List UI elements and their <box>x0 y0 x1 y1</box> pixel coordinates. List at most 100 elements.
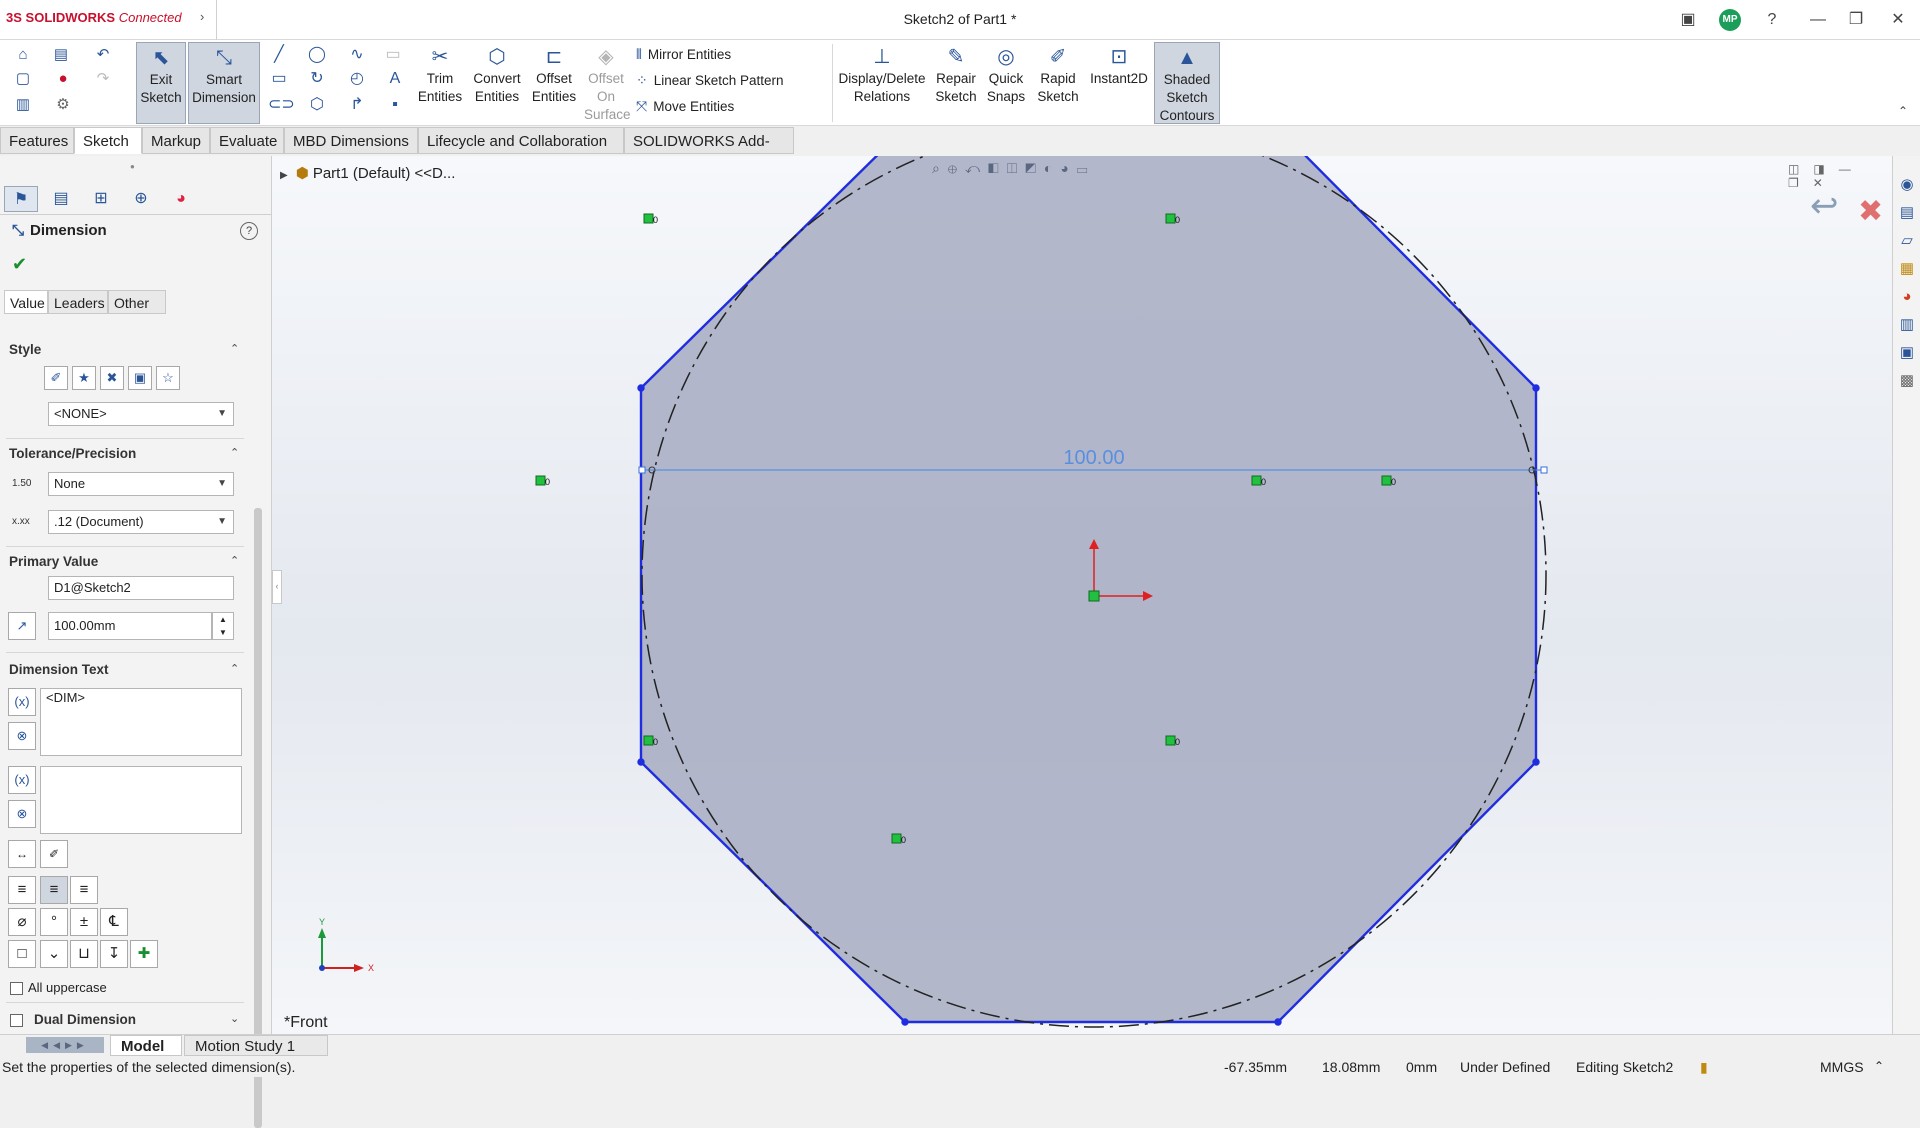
avatar[interactable]: MP <box>1719 9 1741 31</box>
offset-text-icon[interactable]: ↔ <box>8 840 36 868</box>
collapse-caret-icon[interactable]: ⌃ <box>230 554 239 567</box>
viewport-minimize-icon[interactable]: — <box>1839 162 1865 176</box>
tangent-relation-marker[interactable]: 0 <box>1381 475 1396 487</box>
tab-mbd-dimensions[interactable]: MBD Dimensions <box>284 127 418 154</box>
load-style-icon[interactable]: ☆ <box>156 366 180 390</box>
exit-sketch-button[interactable]: ⬉ Exit Sketch <box>136 42 186 124</box>
slot-tool-icon[interactable]: ⊂⊃ <box>268 94 295 116</box>
custom-properties-icon[interactable]: ▥ <box>1896 314 1918 336</box>
polygon-tool-icon[interactable]: ⬡ <box>306 94 328 116</box>
delete-style-icon[interactable]: ✖ <box>100 366 124 390</box>
restore-window-icon[interactable]: ❐ <box>1844 8 1868 32</box>
point-tool-icon[interactable]: ▪ <box>384 94 406 116</box>
dimension-text-bottom-area[interactable] <box>40 766 242 834</box>
degree-symbol-icon[interactable]: ° <box>40 908 68 936</box>
line-tool-icon[interactable]: ╱ <box>268 44 290 66</box>
display-style-icon[interactable]: ◩ <box>1025 160 1044 176</box>
close-window-icon[interactable]: ✕ <box>1886 8 1910 32</box>
octagon-vertex-4[interactable] <box>1532 758 1540 766</box>
3d-content-icon[interactable]: ▩ <box>1896 370 1918 392</box>
tangent-relation-marker[interactable]: 0 <box>643 735 658 747</box>
apply-style-icon[interactable]: ✐ <box>44 366 68 390</box>
precision-dropdown[interactable]: .12 (Document) ▼ <box>48 510 234 534</box>
convert-entities-button[interactable]: ⬡ Convert Entities <box>470 42 524 124</box>
add-style-icon[interactable]: ★ <box>72 366 96 390</box>
move-entities-button[interactable]: ⤧ Move Entities <box>636 95 734 117</box>
display-manager-tab-icon[interactable]: ◕ <box>164 186 198 212</box>
configuration-manager-tab-icon[interactable]: ⊞ <box>84 186 118 212</box>
home-icon[interactable]: ⌂ <box>12 44 34 66</box>
centerline-symbol-icon[interactable]: ℄ <box>100 908 128 936</box>
center-dimension-icon[interactable]: ⊗ <box>8 800 36 828</box>
repair-sketch-button[interactable]: ✎ Repair Sketch <box>932 42 980 124</box>
dimension-handle-right[interactable] <box>1540 466 1548 474</box>
shaded-sketch-contours-button[interactable]: ▲ Shaded Sketch Contours <box>1154 42 1220 124</box>
viewport-icon-1[interactable]: ◫ <box>1788 162 1813 176</box>
design-library-icon[interactable]: ▤ <box>1896 202 1918 224</box>
undo-icon[interactable]: ↶ <box>92 44 114 66</box>
panel-splitter-handle[interactable]: ‹ <box>272 570 282 604</box>
view-palette-icon[interactable]: ▦ <box>1896 258 1918 280</box>
centerline-tool-icon[interactable]: ↱ <box>346 94 368 116</box>
tangent-relation-marker[interactable]: 0 <box>643 213 658 225</box>
dimension-text-top-area[interactable]: <DIM> <box>40 688 242 756</box>
fillet-tool-icon[interactable]: ◴ <box>346 68 368 90</box>
display-delete-relations-button[interactable]: ⊥ Display/Delete Relations <box>836 42 928 124</box>
offset-on-surface-button[interactable]: ◈ Offset On Surface <box>584 42 631 124</box>
unit-system[interactable]: MMGS <box>1820 1059 1864 1075</box>
rebuild-indicator-icon[interactable]: ▮ <box>1700 1059 1708 1076</box>
align-center-icon[interactable]: ≡ <box>40 876 68 904</box>
inspection-icon[interactable]: ✐ <box>40 840 68 868</box>
open-document-icon[interactable]: ▥ <box>12 94 34 116</box>
text-tool-icon[interactable]: A <box>384 68 406 90</box>
instant2d-button[interactable]: ⊡ Instant2D <box>1086 42 1152 124</box>
circle-tool-icon[interactable]: ◯ <box>306 44 328 66</box>
mirror-entities-button[interactable]: ⫴ Mirror Entities <box>636 43 731 65</box>
tab-features[interactable]: Features <box>0 127 74 154</box>
reverse-direction-icon[interactable]: ↗ <box>8 612 36 640</box>
tangent-relation-marker[interactable]: 0 <box>1165 213 1180 225</box>
more-symbols-icon[interactable]: ✚ <box>130 940 158 968</box>
heads-up-view-toolbar[interactable]: ⌕⊕↶◧◫◩◐◕▭ <box>932 160 1096 177</box>
dimension-name-field[interactable]: D1@Sketch2 <box>48 576 234 600</box>
forum-icon[interactable]: ▣ <box>1896 342 1918 364</box>
offset-entities-button[interactable]: ⊏ Offset Entities <box>528 42 580 124</box>
style-dropdown[interactable]: <NONE> ▼ <box>48 402 234 426</box>
dimension-value-field[interactable]: 100.00mm <box>48 612 212 640</box>
save-icon[interactable]: ▤ <box>50 44 72 66</box>
hide-show-items-icon[interactable]: ◐ <box>1044 160 1060 176</box>
octagon-vertex-3[interactable] <box>1532 384 1540 392</box>
collapse-caret-icon[interactable]: ⌃ <box>230 446 239 459</box>
collapse-caret-icon[interactable]: ⌃ <box>230 342 239 355</box>
tree-item-part1[interactable]: Part1 (Default) <<D... <box>313 165 456 182</box>
counterbore-symbol-icon[interactable]: ⊔ <box>70 940 98 968</box>
dimension-value-label[interactable]: 100.00 <box>1063 447 1124 469</box>
trim-entities-button[interactable]: ✂ Trim Entities <box>414 42 466 124</box>
center-dimension-icon[interactable]: ⊗ <box>8 722 36 750</box>
tab-sketch[interactable]: Sketch <box>74 127 142 154</box>
help-icon[interactable]: ? <box>1760 8 1784 32</box>
add-parentheses-icon[interactable]: (x) <box>8 688 36 716</box>
view-settings-icon[interactable]: ▭ <box>1077 160 1096 176</box>
diameter-symbol-icon[interactable]: ⌀ <box>8 908 36 936</box>
dual-dimension-checkbox[interactable] <box>10 1014 23 1027</box>
section-view-icon[interactable]: ◧ <box>988 160 1007 176</box>
feature-manager-tab-icon[interactable]: ⚑ <box>4 186 38 212</box>
tab-motion-study[interactable]: Motion Study 1 <box>184 1035 328 1056</box>
octagon-vertex-8[interactable] <box>637 384 645 392</box>
edit-appearance-icon[interactable]: ◕ <box>1060 160 1076 176</box>
face-curves-icon[interactable]: ▭ <box>382 44 404 66</box>
square-symbol-icon[interactable]: □ <box>8 940 36 968</box>
tangent-relation-marker[interactable]: 0 <box>1165 735 1180 747</box>
arc-tool-icon[interactable]: ↻ <box>306 68 328 90</box>
expand-tree-icon[interactable]: ▶ <box>280 170 288 181</box>
graphics-area[interactable]: 100.00 0 0 0 0 0 0 0 0 Y X ▶ ⬢ Part1 (Default) <<… <box>272 156 1892 1034</box>
tab-lifecycle-collaboration[interactable]: Lifecycle and Collaboration <box>418 127 624 154</box>
confirm-corner-exit-icon[interactable]: ↩ <box>1810 186 1839 226</box>
tangent-relation-marker[interactable]: 0 <box>1251 475 1266 487</box>
expand-caret-icon[interactable]: ⌄ <box>230 1012 239 1025</box>
sketch-canvas[interactable]: 100.00 0 0 0 0 0 0 0 0 Y X <box>272 156 1892 1034</box>
minimize-window-icon[interactable]: — <box>1806 8 1830 32</box>
tab-evaluate[interactable]: Evaluate <box>210 127 284 154</box>
dimension-handle-left[interactable] <box>638 466 646 474</box>
